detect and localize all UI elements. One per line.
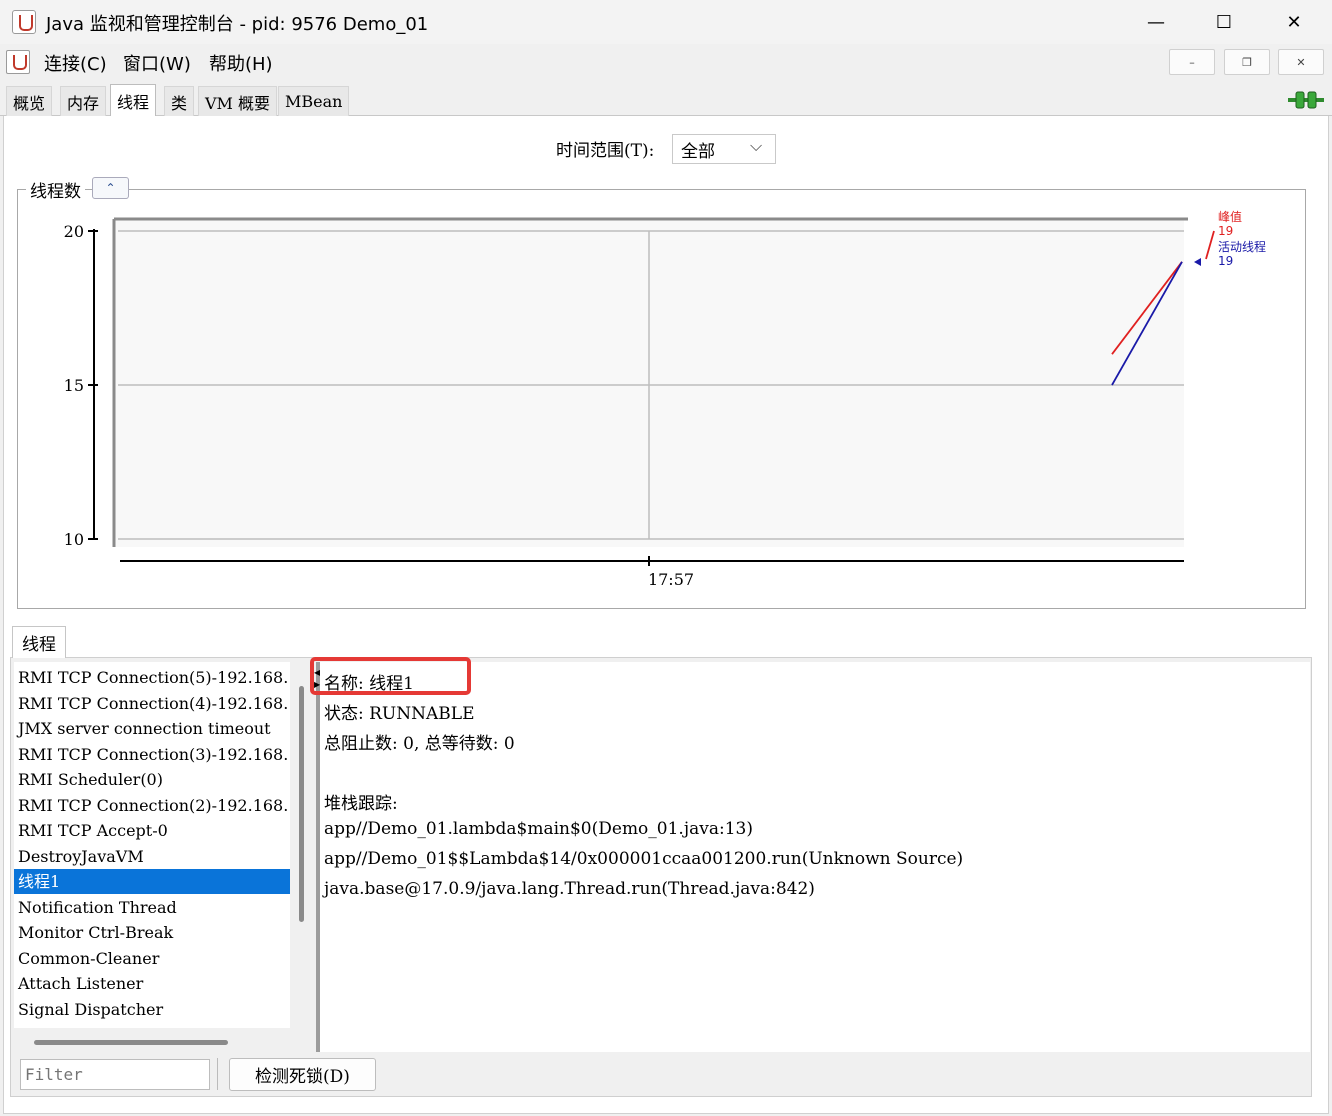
thread-list-item[interactable]: Attach Listener [14, 971, 290, 996]
legend-series-value: 19 [1218, 254, 1233, 268]
thread-list-item[interactable]: Common-Cleaner [14, 946, 290, 971]
minimize-button[interactable]: — [1134, 6, 1178, 38]
horizontal-scroll-thumb[interactable] [34, 1040, 228, 1045]
legend-series-name: 峰值 [1218, 209, 1242, 224]
stack-frame: app//Demo_01.lambda$main$0(Demo_01.java:… [324, 819, 753, 839]
collapse-icon: ⌃ [105, 181, 116, 195]
annotation-highlight-box [310, 657, 471, 695]
stack-frame: app//Demo_01$$Lambda$14/0x000001ccaa0012… [324, 849, 964, 869]
thread-list-item[interactable]: RMI TCP Connection(3)-192.168. [14, 742, 290, 767]
menu-bar [0, 44, 1332, 80]
time-range-label: 时间范围(T): [556, 141, 655, 161]
stack-trace-heading: 堆栈跟踪: [324, 794, 398, 814]
menu-window[interactable]: 窗口(W) [123, 50, 191, 76]
internal-close-button[interactable]: ✕ [1278, 49, 1324, 75]
thread-list-item[interactable]: ... [14, 1022, 290, 1028]
thread-block-wait-line: 总阻止数: 0, 总等待数: 0 [324, 734, 515, 754]
thread-list-item[interactable]: DestroyJavaVM [14, 844, 290, 869]
chevron-down-icon[interactable]: ⌵ [750, 136, 762, 156]
thread-list-item[interactable]: Notification Thread [14, 895, 290, 920]
menu-help[interactable]: 帮助(H) [209, 50, 273, 76]
thread-filter-input[interactable] [20, 1059, 210, 1090]
connection-status-icon[interactable] [1288, 90, 1324, 110]
thread-list-item[interactable]: Monitor Ctrl-Break [14, 920, 290, 945]
close-window-button[interactable]: ✕ [1272, 6, 1316, 38]
thread-list-item[interactable]: RMI TCP Connection(4)-192.168. [14, 691, 290, 716]
legend-series-name: 活动线程 [1218, 239, 1266, 254]
internal-restore-button[interactable]: ❐ [1224, 49, 1270, 75]
java-app-icon [12, 10, 36, 34]
thread-list-item[interactable]: 线程1 [14, 869, 290, 894]
thread-state-line: 状态: RUNNABLE [324, 704, 475, 724]
vertical-scroll-thumb[interactable] [299, 686, 304, 922]
stack-frame: java.base@17.0.9/java.lang.Thread.run(Th… [324, 879, 815, 899]
thread-list-item[interactable]: RMI TCP Accept-0 [14, 818, 290, 843]
filter-separator [217, 1058, 218, 1090]
y-tick-label: 10 [64, 530, 84, 549]
thread-list[interactable]: RMI TCP Connection(5)-192.168. RMI TCP Co… [14, 662, 290, 1028]
thread-list-item[interactable]: Signal Dispatcher [14, 997, 290, 1022]
detect-deadlock-button[interactable]: 检测死锁(D) [229, 1058, 376, 1091]
internal-minimize-button[interactable]: – [1169, 49, 1215, 75]
tab-classes[interactable]: 类 [164, 86, 195, 116]
thread-list-item[interactable]: JMX server connection timeout [14, 716, 290, 741]
legend-series-value: 19 [1218, 224, 1233, 238]
tab-vm-summary[interactable]: VM 概要 [198, 86, 278, 116]
tab-mbean[interactable]: MBean [278, 86, 350, 116]
time-range-value: 全部 [681, 141, 715, 162]
threads-subtab[interactable]: 线程 [12, 626, 66, 658]
thread-list-item[interactable]: RMI Scheduler(0) [14, 767, 290, 792]
collapse-chart-button[interactable]: ⌃ [92, 177, 129, 199]
menu-connection[interactable]: 连接(C) [44, 50, 107, 76]
x-tick-label: 17:57 [648, 570, 694, 589]
tab-overview[interactable]: 概览 [6, 86, 53, 116]
legend-marker-icon [1194, 258, 1201, 266]
y-tick-label: 15 [64, 376, 84, 395]
legend-pointer [1205, 230, 1215, 260]
tab-threads[interactable]: 线程 [110, 84, 157, 116]
thread-list-item[interactable]: RMI TCP Connection(5)-192.168. [14, 665, 290, 690]
thread-list-item[interactable]: RMI TCP Connection(2)-192.168. [14, 793, 290, 818]
thread-count-chart: 201510 17:57 峰值19活动线程19 [64, 209, 1266, 589]
y-tick-label: 20 [64, 222, 84, 241]
thread-count-title: 线程数 [26, 177, 85, 202]
maximize-button[interactable]: ☐ [1202, 6, 1246, 38]
tab-memory[interactable]: 内存 [60, 86, 107, 116]
java-cup-icon[interactable] [6, 50, 30, 74]
window-title: Java 监视和管理控制台 - pid: 9576 Demo_01 [46, 14, 429, 35]
